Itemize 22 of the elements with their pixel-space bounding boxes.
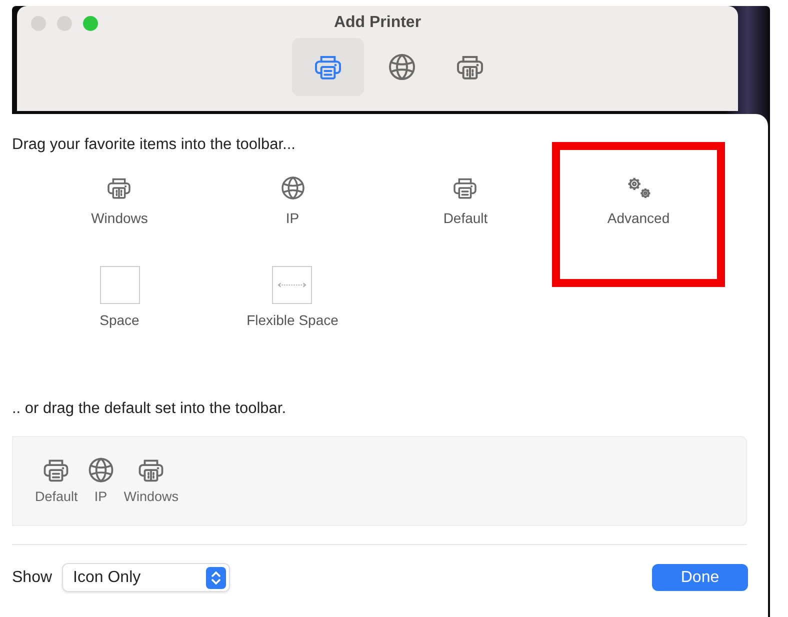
done-button[interactable]: Done [652,564,748,591]
item-label: IP [94,489,108,504]
item-label: Default [35,489,78,504]
show-select[interactable]: Icon Only [62,563,230,592]
item-label: Windows [124,489,179,504]
window-control-button[interactable] [83,16,98,31]
palette-item[interactable]: Advanced [607,174,670,226]
palette-item[interactable]: Flexible Space [246,266,338,328]
stepper-icon [206,566,226,588]
globe-icon [278,174,306,202]
space-icon [100,266,140,304]
window-title: Add Printer [334,14,422,32]
palette-item[interactable]: Default [443,174,488,226]
palette-item[interactable]: Space [100,266,140,328]
flexible-space-icon [272,266,312,304]
show-label: Show [12,568,52,586]
section-heading: Drag your favorite items into the toolbar... [12,136,296,154]
section-heading: .. or drag the default set into the toolbar. [12,400,288,418]
toolbar-button[interactable] [292,38,364,96]
palette-item[interactable]: IP [278,174,306,226]
default-set-panel[interactable]: Default IP Windows [12,436,747,526]
palette-item[interactable]: Windows [91,174,148,226]
